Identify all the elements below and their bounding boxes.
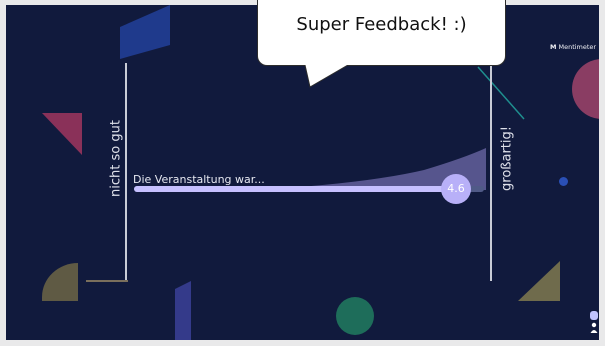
speech-bubble: Super Feedback! :) xyxy=(257,0,506,66)
red-triangle-shape xyxy=(42,113,82,155)
blue-parallelogram-shape xyxy=(120,5,170,59)
green-circle-shape xyxy=(336,297,374,335)
right-scale-line xyxy=(490,63,492,281)
pink-circle-shape xyxy=(572,59,599,119)
blue-dot-shape xyxy=(559,177,568,186)
presenter-icon[interactable] xyxy=(589,311,599,335)
scale-left-label: nicht so gut xyxy=(108,120,124,197)
purple-slab-shape xyxy=(175,281,191,340)
mentimeter-label: Mentimeter xyxy=(558,43,597,51)
olive-triangle-shape xyxy=(518,261,560,301)
olive-quarter-circle-shape xyxy=(42,263,78,301)
left-scale-foot xyxy=(86,280,128,282)
teal-line-shape xyxy=(477,66,525,120)
mentimeter-logo: M Mentimeter xyxy=(550,43,596,51)
average-value-badge: 4.6 xyxy=(441,174,471,204)
question-text: Die Veranstaltung war... xyxy=(133,173,265,186)
mentimeter-mark: M xyxy=(550,43,557,51)
scale-right-label: großartig! xyxy=(499,126,515,191)
speech-bubble-tail xyxy=(304,65,349,88)
slider-track xyxy=(134,186,484,192)
slider-fill xyxy=(134,186,456,192)
left-scale-line xyxy=(125,63,127,281)
